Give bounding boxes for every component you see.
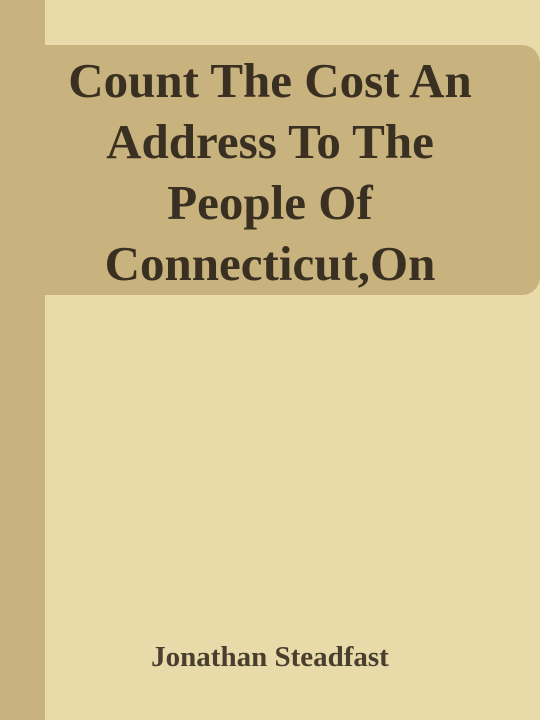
book-title: Count The Cost An Address To The People … (45, 50, 495, 294)
title-line: Count The Cost An (68, 53, 472, 108)
title-line: Address To The (106, 114, 434, 169)
title-line: People Of (167, 175, 373, 230)
title-line: Connecticut,On (104, 236, 436, 291)
book-author: Jonathan Steadfast (151, 641, 389, 673)
